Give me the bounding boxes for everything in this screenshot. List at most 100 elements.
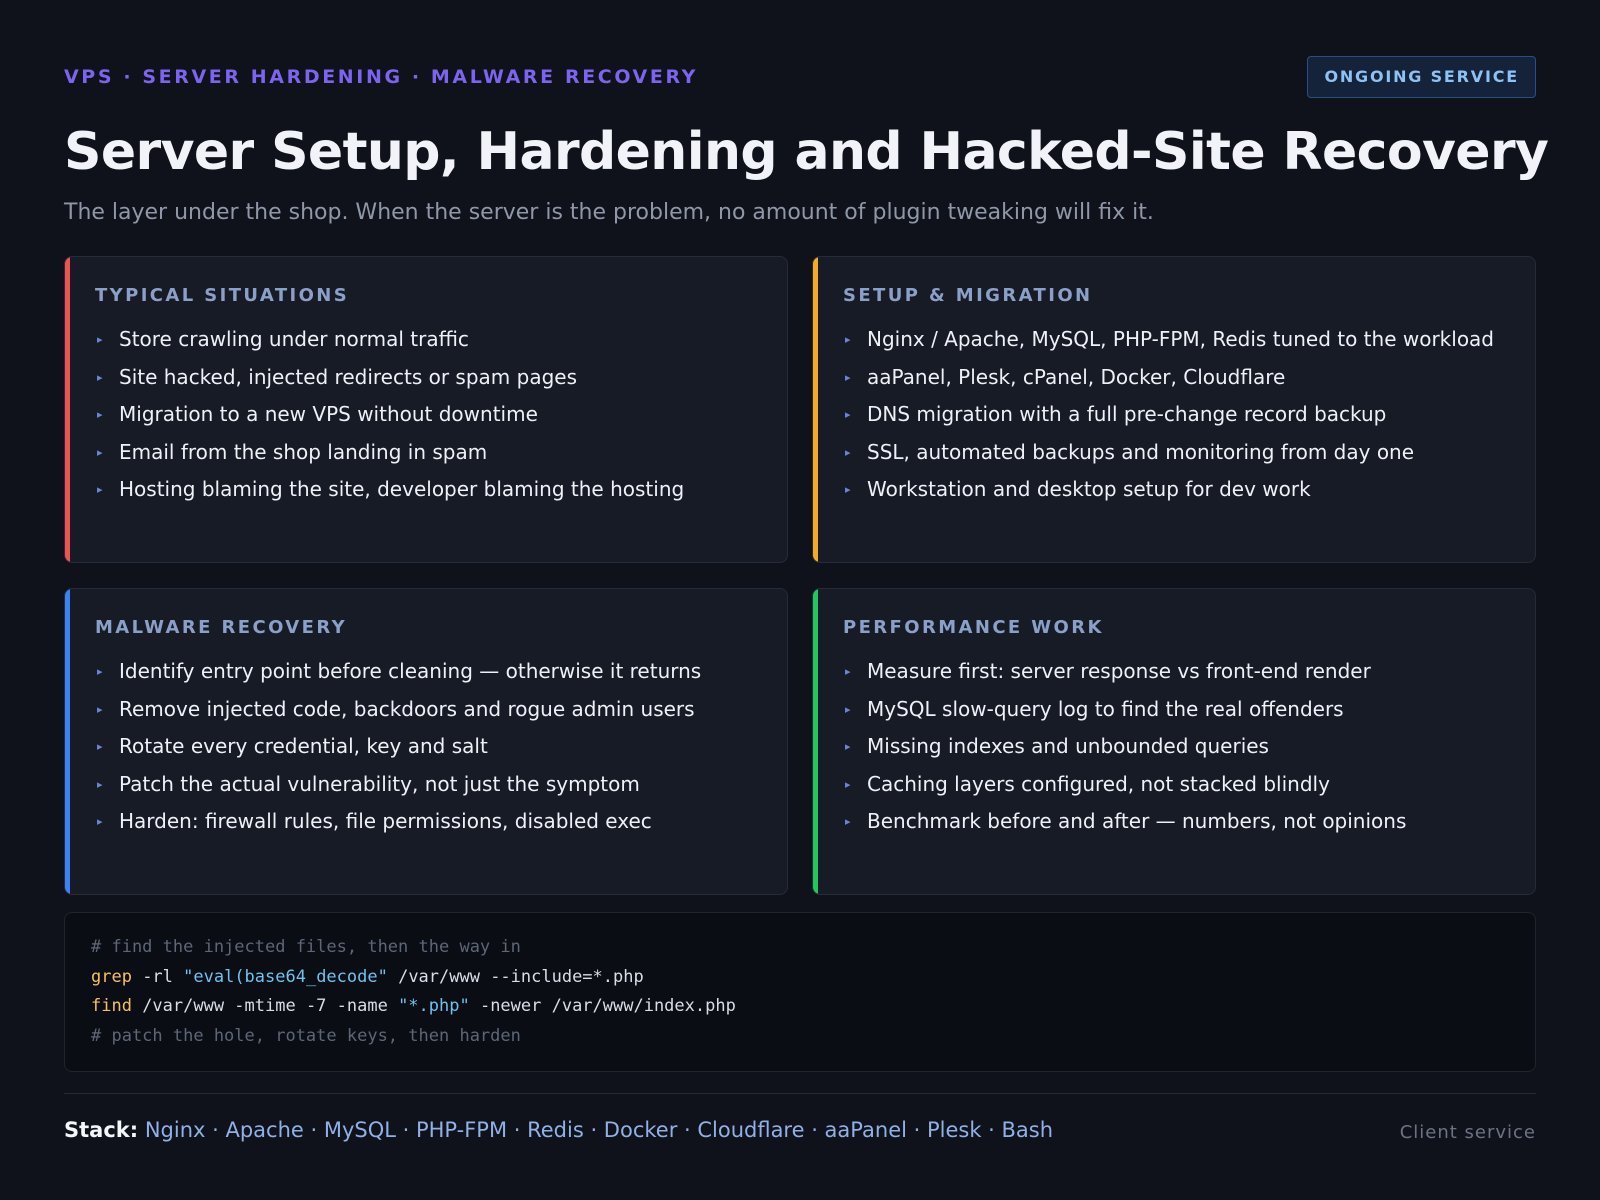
list-item-text: aaPanel, Plesk, cPanel, Docker, Cloudfla…	[867, 364, 1286, 389]
list-item-text: Hosting blaming the site, developer blam…	[119, 477, 685, 501]
card-heading: PERFORMANCE WORK	[843, 617, 1104, 638]
code-command: grep	[91, 966, 132, 987]
list-item-text: Benchmark before and after — numbers, no…	[867, 809, 1407, 833]
list-item-text: Identify entry point before cleaning — o…	[119, 659, 702, 683]
bullet-icon: ▸	[845, 665, 851, 678]
footer: Stack: Nginx · Apache · MySQL · PHP-FPM …	[64, 1118, 1536, 1148]
list-item: ▸ Harden: firewall rules, file permission…	[95, 803, 769, 841]
code-string: "eval(base64_decode"	[183, 966, 388, 987]
list-item: ▸ Measure first: server response vs front…	[843, 653, 1517, 691]
list-item-text: Migration to a new VPS without downtime	[119, 402, 538, 426]
list-item: ▸ SSL, automated backups and monitoring f…	[843, 434, 1517, 472]
bullet-icon: ▸	[845, 333, 851, 346]
list-item-text: Harden: firewall rules, file permissions…	[119, 809, 652, 833]
bullet-icon: ▸	[845, 777, 851, 791]
status-badge: ONGOING SERVICE	[1307, 56, 1536, 98]
bullet-icon: ▸	[97, 740, 103, 753]
bullet-icon: ▸	[97, 445, 103, 459]
bullet-icon: ▸	[845, 815, 851, 828]
client-label: Client service	[1399, 1122, 1536, 1143]
page-title: Server Setup, Hardening and Hacked-Site …	[64, 122, 1549, 182]
card-heading: MALWARE RECOVERY	[95, 617, 348, 638]
list-item: ▸ Email from the shop landing in spam	[95, 434, 769, 472]
code-line: # find the injected files, then the way …	[91, 933, 1509, 963]
code-command: find	[91, 996, 132, 1016]
code-string: "*.php"	[398, 996, 470, 1016]
top-bar: VPS · SERVER HARDENING · MALWARE RECOVER…	[64, 56, 1536, 98]
page-subtitle: The layer under the shop. When the serve…	[64, 200, 1154, 225]
code-line: find /var/www -mtime -7 -name "*.php" -n…	[91, 992, 1509, 1022]
list-item-text: DNS migration with a full pre-change rec…	[867, 402, 1387, 426]
code-line: # patch the hole, rotate keys, then hard…	[91, 1022, 1509, 1052]
card-list: ▸ Identify entry point before cleaning — …	[95, 653, 769, 841]
stack-line: Stack: Nginx · Apache · MySQL · PHP-FPM …	[64, 1118, 1053, 1142]
list-item-text: Measure first: server response vs front-…	[867, 659, 1371, 683]
code-comment: # find the injected files, then the way …	[91, 937, 521, 957]
list-item: ▸ Benchmark before and after — numbers, n…	[843, 803, 1517, 841]
card-performance-work: PERFORMANCE WORK ▸ Measure first: server …	[812, 588, 1536, 895]
card-setup-migration: SETUP & MIGRATION ▸ Nginx / Apache, MySQL…	[812, 256, 1536, 563]
footer-divider	[64, 1093, 1536, 1094]
bullet-icon: ▸	[97, 333, 103, 346]
card-heading: TYPICAL SITUATIONS	[95, 285, 350, 306]
card-heading: SETUP & MIGRATION	[843, 285, 1093, 306]
list-item: ▸ Patch the actual vulnerability, not jus…	[95, 766, 769, 804]
bullet-icon: ▸	[97, 815, 103, 828]
code-line: grep -rl "eval(base64_decode" /var/www -…	[91, 963, 1509, 993]
bullet-icon: ▸	[845, 702, 851, 716]
list-item-text: Remove injected code, backdoors and rogu…	[119, 696, 695, 721]
bullet-icon: ▸	[97, 408, 103, 421]
list-item-text: MySQL slow-query log to find the real of…	[867, 696, 1344, 721]
list-item: ▸ Rotate every credential, key and salt	[95, 728, 769, 766]
list-item-text: Store crawling under normal traffic	[119, 327, 469, 351]
list-item: ▸ Remove injected code, backdoors and rog…	[95, 691, 769, 729]
list-item: ▸ Missing indexes and unbounded queries	[843, 728, 1517, 766]
list-item-text: Caching layers configured, not stacked b…	[867, 771, 1330, 796]
list-item: ▸ Store crawling under normal traffic	[95, 321, 769, 359]
code-comment: # patch the hole, rotate keys, then hard…	[91, 1025, 521, 1046]
card-list: ▸ Measure first: server response vs front…	[843, 653, 1517, 841]
bullet-icon: ▸	[845, 408, 851, 421]
list-item-text: Email from the shop landing in spam	[119, 439, 488, 464]
list-item: ▸ Site hacked, injected redirects or spam…	[95, 359, 769, 397]
bullet-icon: ▸	[845, 370, 851, 384]
bullet-icon: ▸	[97, 370, 103, 384]
list-item: ▸ Identify entry point before cleaning — …	[95, 653, 769, 691]
service-cards-grid: TYPICAL SITUATIONS ▸ Store crawling under…	[64, 256, 1536, 896]
card-malware-recovery: MALWARE RECOVERY ▸ Identify entry point b…	[64, 588, 788, 895]
list-item: ▸ Caching layers configured, not stacked …	[843, 766, 1517, 804]
list-item-text: Site hacked, injected redirects or spam …	[119, 364, 577, 389]
list-item: ▸ Nginx / Apache, MySQL, PHP-FPM, Redis t…	[843, 321, 1517, 359]
list-item: ▸ aaPanel, Plesk, cPanel, Docker, Cloudfl…	[843, 359, 1517, 397]
stack-items: Nginx · Apache · MySQL · PHP-FPM · Redis…	[144, 1118, 1054, 1142]
list-item-text: Workstation and desktop setup for dev wo…	[867, 477, 1311, 501]
code-args: /var/www --include=*.php	[387, 966, 644, 987]
list-item: ▸ MySQL slow-query log to find the real o…	[843, 691, 1517, 729]
list-item-text: SSL, automated backups and monitoring fr…	[867, 439, 1415, 464]
bullet-icon: ▸	[845, 740, 851, 753]
code-args: -newer /var/www/index.php	[469, 996, 736, 1016]
bullet-icon: ▸	[97, 483, 103, 496]
list-item-text: Missing indexes and unbounded queries	[867, 734, 1269, 758]
code-args: /var/www -mtime -7 -name	[131, 996, 399, 1016]
eyebrow-label: VPS · SERVER HARDENING · MALWARE RECOVER…	[64, 66, 698, 88]
list-item: ▸ Migration to a new VPS without downtime	[95, 396, 769, 434]
card-typical-situations: TYPICAL SITUATIONS ▸ Store crawling under…	[64, 256, 788, 563]
page: VPS · SERVER HARDENING · MALWARE RECOVER…	[0, 0, 1600, 1200]
stack-label: Stack:	[64, 1118, 139, 1142]
bullet-icon: ▸	[845, 445, 851, 459]
list-item: ▸ Hosting blaming the site, developer bla…	[95, 471, 769, 509]
bullet-icon: ▸	[845, 483, 851, 496]
list-item-text: Rotate every credential, key and salt	[119, 734, 488, 758]
card-list: ▸ Store crawling under normal traffic ▸ Si…	[95, 321, 769, 509]
bullet-icon: ▸	[97, 665, 103, 678]
bullet-icon: ▸	[97, 777, 103, 791]
code-block: # find the injected files, then the way …	[64, 912, 1536, 1072]
list-item-text: Nginx / Apache, MySQL, PHP-FPM, Redis tu…	[867, 327, 1495, 351]
bullet-icon: ▸	[97, 702, 103, 716]
list-item-text: Patch the actual vulnerability, not just…	[119, 771, 640, 796]
code-args: -rl	[131, 966, 184, 987]
list-item: ▸ Workstation and desktop setup for dev w…	[843, 471, 1517, 509]
card-list: ▸ Nginx / Apache, MySQL, PHP-FPM, Redis t…	[843, 321, 1517, 509]
list-item: ▸ DNS migration with a full pre-change re…	[843, 396, 1517, 434]
